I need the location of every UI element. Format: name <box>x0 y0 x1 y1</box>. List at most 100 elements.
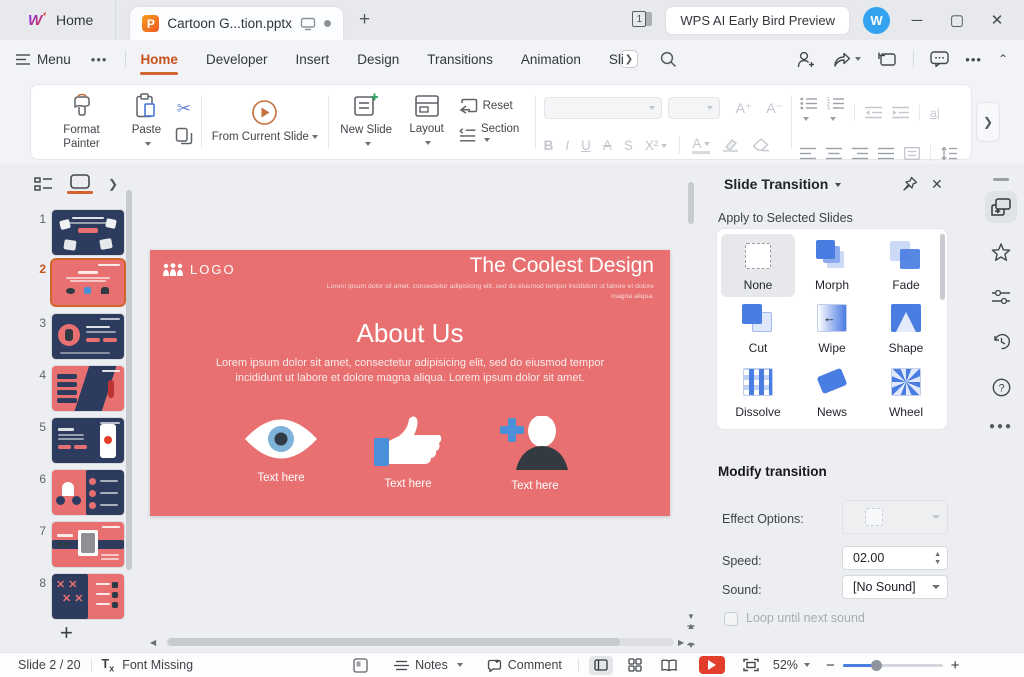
outline-view-icon[interactable] <box>34 177 52 191</box>
wps-ai-button[interactable]: WPS AI Early Bird Preview <box>666 7 849 34</box>
char-spacing-button[interactable]: A <box>603 138 612 153</box>
tab-design[interactable]: Design <box>343 40 413 78</box>
numbered-list-button[interactable]: 123 <box>827 97 844 128</box>
highlight-color-button[interactable] <box>722 138 740 152</box>
cut-icon[interactable]: ✂ <box>177 99 191 119</box>
underline-button[interactable]: U <box>581 138 591 153</box>
font-family-select[interactable] <box>544 97 662 119</box>
collapse-ribbon-icon[interactable]: ⌃ <box>998 52 1008 66</box>
layout-button[interactable]: Layout <box>406 94 448 151</box>
rail-transition-icon[interactable] <box>985 191 1017 223</box>
new-slide-button[interactable]: New Slide <box>337 93 396 152</box>
scroll-right-arrow[interactable]: ▶ <box>678 638 690 647</box>
distribute-text-button[interactable] <box>904 147 920 160</box>
zoom-in-button[interactable]: + <box>951 657 960 674</box>
home-tab[interactable]: W Home <box>14 0 116 40</box>
zoom-slider[interactable] <box>843 664 943 667</box>
effect-morph[interactable]: Morph <box>795 234 869 297</box>
search-icon[interactable] <box>660 51 677 68</box>
tab-slideshow-truncated[interactable]: Sli <box>595 40 628 78</box>
close-panel-icon[interactable]: ✕ <box>931 176 943 193</box>
notes-button[interactable]: Notes <box>394 658 463 672</box>
comment-bubble-icon[interactable] <box>930 51 949 67</box>
clear-format-button[interactable] <box>752 138 770 152</box>
save-to-docs-icon[interactable] <box>877 51 897 67</box>
effect-fade[interactable]: Fade <box>869 234 943 297</box>
wps-account-icon[interactable]: W <box>863 7 890 34</box>
thumbnail-pane-scrollbar[interactable] <box>126 190 132 570</box>
normal-view-button[interactable] <box>589 656 613 675</box>
font-color-button[interactable]: A <box>692 136 710 154</box>
slide-6-thumbnail[interactable] <box>52 470 124 515</box>
menubar-more-button[interactable]: ••• <box>965 52 982 67</box>
quick-access-more-button[interactable]: ••• <box>91 52 108 67</box>
format-painter-button[interactable]: Format Painter <box>45 93 118 152</box>
zoom-out-button[interactable]: − <box>826 657 835 674</box>
effect-news[interactable]: News <box>795 361 869 424</box>
tab-home[interactable]: Home <box>126 40 192 78</box>
task-pane-icon[interactable] <box>353 658 368 673</box>
comment-button[interactable]: Comment <box>487 658 562 672</box>
reading-view-button[interactable] <box>657 656 681 675</box>
align-center-button[interactable] <box>826 147 842 160</box>
slide-canvas[interactable]: LOGO The Coolest Design Lorem ipsum dolo… <box>150 250 670 516</box>
effect-cut[interactable]: Cut <box>721 297 795 360</box>
slide-sorter-view-button[interactable] <box>623 656 647 675</box>
rail-help-icon[interactable]: ? <box>985 371 1017 403</box>
slideshow-play-button[interactable] <box>699 656 725 674</box>
window-stack-badge[interactable]: 1 <box>632 11 652 29</box>
loop-sound-checkbox[interactable] <box>724 612 738 626</box>
rail-handle[interactable] <box>993 178 1009 181</box>
from-current-slide-button[interactable]: From Current Slide <box>210 99 320 144</box>
effect-none[interactable]: None <box>721 234 795 297</box>
align-left-button[interactable] <box>800 147 816 160</box>
monitor-icon[interactable] <box>300 17 316 31</box>
increase-font-button[interactable]: A⁺ <box>736 100 753 117</box>
rail-history-icon[interactable] <box>985 325 1017 357</box>
minimize-button[interactable]: ─ <box>904 12 930 29</box>
slide-7-thumbnail[interactable] <box>52 522 124 567</box>
tab-transitions[interactable]: Transitions <box>413 40 507 78</box>
fit-to-window-icon[interactable] <box>743 658 759 672</box>
share-user-icon[interactable] <box>797 51 816 68</box>
add-slide-button[interactable]: + <box>60 620 73 646</box>
tab-animation[interactable]: Animation <box>507 40 595 78</box>
decrease-font-button[interactable]: A⁻ <box>766 100 783 117</box>
slide-3-thumbnail[interactable] <box>52 314 124 359</box>
rail-more-icon[interactable]: ●●● <box>989 421 1013 432</box>
effect-wheel[interactable]: Wheel <box>869 361 943 424</box>
close-button[interactable]: ✕ <box>984 11 1010 29</box>
effect-options-select[interactable] <box>842 500 948 534</box>
tab-insert[interactable]: Insert <box>282 40 344 78</box>
effect-dissolve[interactable]: Dissolve <box>721 361 795 424</box>
slide-4-thumbnail[interactable] <box>52 366 124 411</box>
scroll-left-arrow[interactable]: ◀ <box>150 638 162 647</box>
font-missing-label[interactable]: Font Missing <box>122 658 193 672</box>
scroll-down-arrow[interactable]: ▼ <box>684 612 698 621</box>
slide-1-thumbnail[interactable] <box>52 210 124 255</box>
reset-button[interactable]: Reset <box>458 98 527 114</box>
pin-icon[interactable] <box>902 176 918 192</box>
italic-button[interactable]: I <box>565 138 569 153</box>
justify-button[interactable] <box>878 147 894 160</box>
zoom-dropdown-chevron[interactable] <box>804 663 810 667</box>
section-button[interactable]: Section <box>458 123 527 147</box>
rail-object-properties-icon[interactable] <box>985 281 1017 313</box>
transition-panel-title[interactable]: Slide Transition <box>724 176 841 192</box>
slide-2-thumbnail-selected[interactable] <box>52 260 124 305</box>
zoom-slider-handle[interactable] <box>871 660 882 671</box>
line-spacing-button[interactable] <box>941 147 957 160</box>
effect-wipe[interactable]: ← Wipe <box>795 297 869 360</box>
effect-shape[interactable]: Shape <box>869 297 943 360</box>
previous-slide-button[interactable]: ▲▔ <box>684 624 698 634</box>
strikethrough-button[interactable]: S <box>624 138 633 153</box>
transition-grid-scrollbar[interactable] <box>940 234 945 300</box>
share-button[interactable] <box>832 51 861 68</box>
sound-select[interactable]: [No Sound] <box>842 575 948 599</box>
canvas-horizontal-scrollbar[interactable]: ◀ ▶ <box>150 636 690 648</box>
speed-stepper[interactable]: ▲▼ <box>934 551 941 566</box>
slide-view-tab[interactable] <box>70 174 90 194</box>
paste-button[interactable]: Paste <box>128 93 165 152</box>
document-tab[interactable]: P Cartoon G...tion.pptx <box>130 7 343 40</box>
align-right-button[interactable] <box>852 147 868 160</box>
